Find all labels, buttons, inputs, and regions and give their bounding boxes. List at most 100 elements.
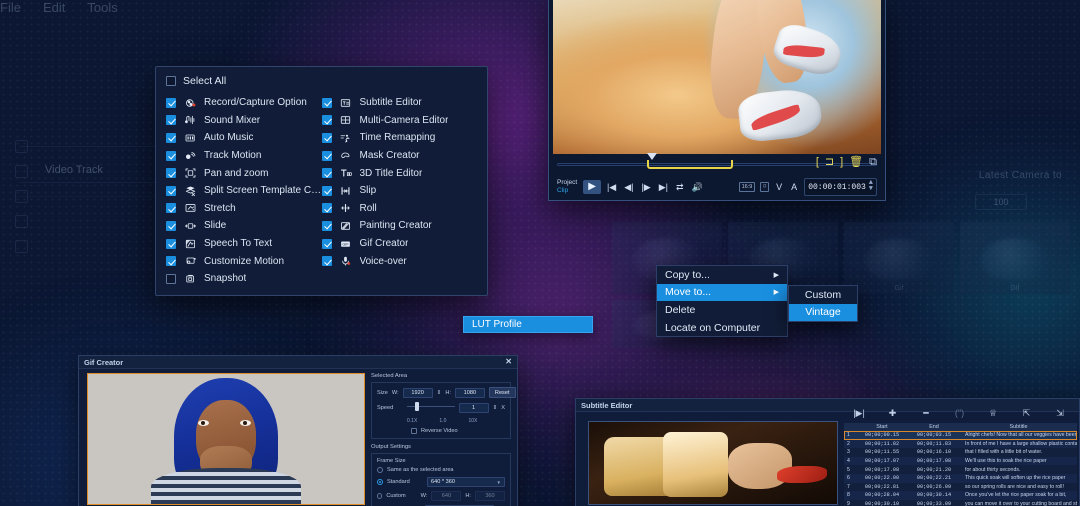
multi-camera-editor-checkbox[interactable] (321, 115, 332, 126)
custom-row[interactable]: Custom W: 640 H: 360 (377, 491, 505, 501)
subtitle-row[interactable]: 9 00;00;30.10 00;00;33.09 you can move it o… (844, 499, 1077, 506)
context-menu-item[interactable]: Delete (657, 301, 787, 319)
subtitle-end[interactable]: 00;00;33.09 (908, 501, 960, 506)
delete-icon[interactable]: 🗑 (849, 157, 863, 168)
merge-subtitle-icon[interactable]: (″) (953, 408, 967, 418)
split-screen-template-checkbox[interactable] (166, 185, 176, 196)
tool-row[interactable]: Time Remapping (321, 129, 478, 147)
subtitle-end[interactable]: 00;00;16.10 (908, 449, 960, 455)
roll-checkbox[interactable] (321, 203, 332, 214)
tool-row[interactable]: Multi-Camera Editor (321, 112, 478, 130)
tool-row[interactable]: Record/Capture Option (166, 94, 322, 112)
tool-row[interactable]: Subtitle Editor (321, 94, 478, 112)
skip-start-icon[interactable]: |◀ (605, 182, 618, 193)
3d-title-editor-checkbox[interactable] (321, 168, 332, 179)
standard-size-select[interactable]: 640 * 360 ▼ (427, 477, 505, 487)
gif-preview-area[interactable] (87, 373, 365, 505)
audio-track-toggle[interactable]: A (789, 182, 799, 193)
tool-row[interactable]: Split Screen Template Crea... (166, 182, 322, 200)
subtitle-start[interactable]: 00;00;22.81 (856, 484, 908, 490)
play-icon[interactable]: ▶ (583, 180, 601, 194)
subtitle-end[interactable]: 00;00;26.09 (908, 484, 960, 490)
subtitle-text[interactable]: This quick soak will soften up the rice … (960, 475, 1077, 481)
gif-creator-checkbox[interactable] (321, 238, 332, 249)
speed-value-input[interactable]: 1 (458, 403, 489, 413)
subtitle-start[interactable]: 00;00;17.08 (856, 467, 908, 473)
tool-row[interactable]: Snapshot (166, 270, 322, 288)
tool-row[interactable]: Slip (321, 182, 478, 200)
speed-slider-knob[interactable] (414, 402, 419, 411)
custom-width-input[interactable]: 640 (431, 491, 462, 501)
pan-and-zoom-checkbox[interactable] (166, 168, 176, 179)
subtitle-text[interactable]: you can move it over to your cutting boa… (960, 501, 1077, 506)
speed-slider[interactable] (407, 402, 455, 414)
speed-stepper[interactable]: ⇕ (493, 405, 498, 411)
same-as-selected-row[interactable]: Same as the selected area (377, 467, 505, 473)
copy-icon[interactable]: ⧉ (869, 157, 877, 168)
customize-motion-checkbox[interactable] (166, 256, 176, 267)
trim-icon[interactable]: ⊐ (825, 157, 834, 168)
standard-row[interactable]: Standard 640 * 360 ▼ (377, 477, 505, 487)
subtitle-text[interactable]: Alright chefs! Now that all our veggies … (960, 432, 1077, 438)
subtitle-end[interactable]: 00;00;21.20 (908, 467, 960, 473)
remove-subtitle-icon[interactable]: ━ (919, 408, 933, 418)
standard-radio[interactable] (377, 479, 383, 485)
tool-row[interactable]: Track Motion (166, 147, 322, 165)
subtitle-start[interactable]: 00;00;11.55 (856, 449, 908, 455)
preview-video-frame[interactable] (553, 0, 881, 154)
select-all-row[interactable]: Select All (166, 75, 477, 87)
subtitle-row[interactable]: 1 00;00;00.15 00;00;03.15 Alright chefs! No… (844, 431, 1077, 440)
add-subtitle-icon[interactable]: ✚ (886, 408, 900, 418)
subtitle-row[interactable]: 2 00;00;11.82 00;00;11.83 In front of me I … (844, 439, 1077, 449)
tool-row[interactable]: Painting Creator (321, 217, 478, 235)
mark-in-icon[interactable]: [ (816, 157, 819, 168)
speech-to-text-icon[interactable]: ♕ (986, 408, 1000, 418)
subtitle-row[interactable]: 8 00;00;28.04 00;00;30.14 Once you've let t… (844, 491, 1077, 500)
subtitle-text[interactable]: Once you've let the rice paper soak for … (960, 492, 1077, 498)
subtitle-end[interactable]: 00;00;17.08 (908, 458, 960, 464)
subtitle-start[interactable]: 00;00;00.15 (856, 432, 908, 438)
step-forward-icon[interactable]: |▶ (639, 182, 652, 193)
timecode-field[interactable]: 00:00:01:003 ▲ ▼ (804, 178, 877, 196)
context-menu-item[interactable]: Locate on Computer (657, 319, 787, 337)
mask-creator-checkbox[interactable] (321, 150, 332, 161)
tool-row[interactable]: Stretch (166, 200, 322, 218)
mark-out-icon[interactable]: ] (840, 157, 843, 168)
close-icon[interactable]: ✕ (505, 358, 512, 366)
slip-checkbox[interactable] (321, 185, 332, 196)
aspect-ratio-badge[interactable]: 16:9 (738, 182, 756, 192)
same-as-selected-radio[interactable] (377, 467, 383, 473)
context-submenu-item[interactable]: Custom (789, 286, 857, 304)
lut-profile-chip[interactable]: LUT Profile (463, 316, 593, 333)
tool-row[interactable]: Auto Music (166, 129, 322, 147)
volume-icon[interactable]: 🔊 (690, 182, 705, 193)
custom-radio[interactable] (377, 493, 383, 499)
tool-row[interactable]: Pan and zoom (166, 164, 322, 182)
stretch-checkbox[interactable] (166, 203, 176, 214)
loop-icon[interactable]: ⇄ (674, 182, 686, 193)
subtitle-start[interactable]: 00;00;17.07 (856, 458, 908, 464)
track-motion-checkbox[interactable] (166, 150, 176, 161)
tool-row[interactable]: GIF Gif Creator (321, 235, 478, 253)
subtitle-editor-checkbox[interactable] (321, 97, 332, 108)
subtitle-end[interactable]: 00;00;03.15 (908, 432, 960, 438)
subtitle-text[interactable]: We'll use this to soak the rice paper (960, 458, 1077, 464)
step-back-icon[interactable]: ◀| (622, 182, 635, 193)
split-subtitle-icon[interactable]: |▶| (852, 408, 866, 418)
skip-end-icon[interactable]: ▶| (657, 182, 670, 193)
project-clip-toggle[interactable]: Project Clip (557, 179, 577, 195)
tool-row[interactable]: Mask Creator (321, 147, 478, 165)
sound-mixer-checkbox[interactable] (166, 115, 176, 126)
context-menu-item[interactable]: Move to... ▶ (657, 283, 787, 302)
time-remapping-checkbox[interactable] (321, 132, 332, 143)
snapshot-checkbox[interactable] (166, 273, 176, 284)
tool-row[interactable]: Customize Motion (166, 252, 322, 270)
tool-row[interactable]: Slide (166, 217, 322, 235)
subtitle-end[interactable]: 00;00;22.21 (908, 475, 960, 481)
speech-to-text-checkbox[interactable] (166, 238, 176, 249)
auto-music-checkbox[interactable] (166, 132, 176, 143)
painting-creator-checkbox[interactable] (321, 220, 332, 231)
subtitle-start[interactable]: 00;00;28.04 (856, 492, 908, 498)
subtitle-text[interactable]: so our spring rolls are nice and easy to… (960, 484, 1077, 490)
tool-row[interactable]: Roll (321, 200, 478, 218)
